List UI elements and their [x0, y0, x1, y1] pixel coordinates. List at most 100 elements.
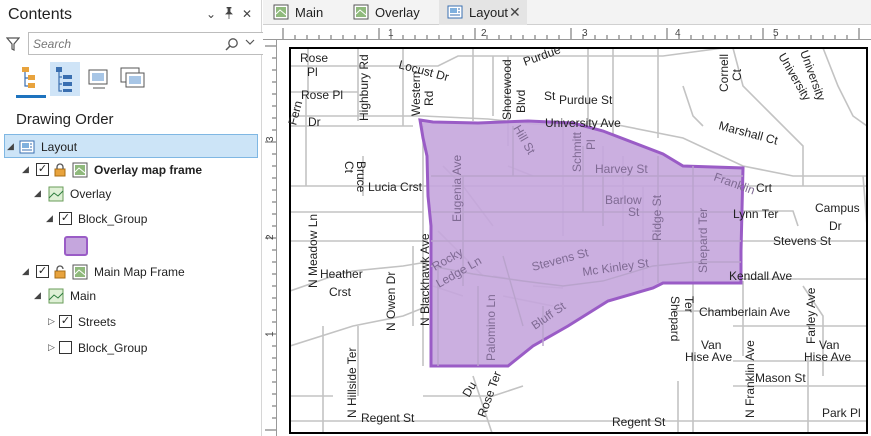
ruler-label: 3: [265, 136, 276, 142]
tab-main[interactable]: Main: [265, 0, 343, 25]
collapse-arrow-icon[interactable]: ◢: [7, 141, 14, 152]
label-heather: Heather: [320, 267, 363, 281]
tree-item-label: Layout: [41, 140, 78, 154]
visibility-checkbox[interactable]: ✓: [59, 315, 72, 328]
map-frame-icon: [72, 264, 88, 280]
label-hise-ave-2: Hise Ave: [804, 350, 851, 364]
label-lynn-ter: Lynn Ter: [733, 207, 778, 221]
tree-item-label: Streets: [78, 315, 117, 329]
label-rd: Rd: [422, 91, 436, 106]
label-campus-dr: Dr: [829, 219, 842, 233]
label-pl: Pl: [584, 139, 598, 150]
visibility-checkbox[interactable]: ✓: [59, 212, 72, 225]
list-by-data-source-button[interactable]: [50, 62, 80, 96]
label-regent-st: Regent St: [361, 411, 415, 425]
tree-item-block-group-main[interactable]: ▷ Block_Group: [0, 336, 261, 360]
tree-item-label: Overlay: [70, 187, 112, 201]
collapse-arrow-icon[interactable]: ◢: [34, 188, 41, 199]
expand-arrow-icon[interactable]: ▷: [48, 316, 55, 327]
label-rose-pl-2: Pl: [307, 65, 318, 79]
visibility-checkbox[interactable]: [59, 341, 72, 354]
expand-arrow-icon[interactable]: ▷: [48, 342, 55, 353]
ruler-label: 1: [388, 28, 394, 39]
tree-item-label: Overlay map frame: [94, 163, 203, 177]
label-rose-pl: Rose: [300, 51, 328, 65]
label-ter: Ter: [682, 296, 696, 313]
tab-layout[interactable]: Layout ✕: [439, 0, 527, 25]
label-harvey-st: Harvey St: [595, 162, 648, 176]
label-eugenia-ave: Eugenia Ave: [450, 155, 464, 222]
label-farley-ave: Farley Ave: [804, 287, 818, 344]
lock-icon[interactable]: [54, 162, 70, 178]
tree-item-label: Main: [70, 289, 97, 303]
tab-label: Overlay: [375, 5, 420, 20]
label-ridge-st: Ridge St: [650, 194, 664, 241]
collapse-arrow-icon[interactable]: ◢: [22, 266, 29, 277]
label-highbury-rd: Highbury Rd: [357, 54, 371, 121]
pane-options-icon[interactable]: ⌄: [204, 7, 218, 21]
symbol-swatch[interactable]: [64, 236, 88, 256]
tab-label: Main: [295, 5, 324, 20]
view-tab-bar: Main Overlay Layout ✕: [263, 0, 871, 25]
layout-view[interactable]: 1 2 3 4 5 3 2 1 Rose Pl Rose Pl Fern Dr …: [263, 26, 871, 436]
search-icon[interactable]: [225, 37, 239, 51]
visibility-checkbox[interactable]: ✓: [36, 163, 49, 176]
search-input[interactable]: [33, 36, 213, 52]
unlock-icon[interactable]: [54, 264, 70, 280]
tree-item-layout[interactable]: ◢ Layout: [4, 134, 258, 158]
visibility-checkbox[interactable]: ✓: [36, 265, 49, 278]
label-schmitt: Schmitt: [570, 131, 584, 172]
label-ct: Ct: [730, 68, 744, 81]
tree-item-label: Main Map Frame: [94, 265, 185, 279]
label-campus: Campus: [815, 201, 860, 215]
label-park-pl: Park Pl: [822, 406, 861, 420]
collapse-arrow-icon[interactable]: ◢: [46, 213, 53, 224]
close-tab-icon[interactable]: ✕: [509, 4, 521, 21]
ruler-label: 2: [265, 234, 276, 240]
tree-item-streets[interactable]: ▷ ✓ Streets: [0, 310, 261, 334]
filter-icon[interactable]: [5, 36, 21, 52]
map-icon: [48, 288, 64, 304]
label-shorewood: Shorewood: [500, 59, 514, 120]
list-by-drawing-order-button[interactable]: [16, 62, 46, 98]
label-university-ave: University Ave: [545, 116, 621, 130]
layout-icon: [447, 4, 463, 20]
label-lucia-crst: Lucia Crst: [368, 180, 423, 194]
pin-icon[interactable]: [222, 6, 236, 22]
label-blvd: Blvd: [514, 90, 528, 113]
tree-item-block-group-overlay[interactable]: ◢ ✓ Block_Group: [0, 207, 261, 231]
tree-item-overlay-map[interactable]: ◢ Overlay: [0, 182, 261, 206]
map-icon: [273, 4, 289, 20]
map-icon: [48, 186, 64, 202]
label-rose-pl-h: Rose Pl: [301, 88, 343, 102]
list-by-selection-button[interactable]: [84, 62, 114, 96]
label-western: Western: [409, 72, 423, 116]
active-underline: [16, 95, 46, 98]
chevron-down-icon[interactable]: [245, 37, 259, 51]
map-frame-icon: [72, 162, 88, 178]
map-icon: [353, 4, 369, 20]
top-ruler: [263, 26, 871, 40]
label-n-owen-dr: N Owen Dr: [384, 272, 398, 331]
search-row: [5, 32, 264, 56]
tree-item-main-map-frame[interactable]: ◢ ✓ Main Map Frame: [0, 260, 261, 284]
layout-canvas[interactable]: 1 2 3 4 5 3 2 1 Rose Pl Rose Pl Fern Dr …: [263, 26, 871, 436]
list-by-snapping-button[interactable]: [118, 62, 148, 96]
tree-item-label: Block_Group: [78, 212, 148, 226]
label-n-blackhawk-ave: N Blackhawk Ave: [418, 233, 432, 326]
collapse-arrow-icon[interactable]: ◢: [34, 290, 41, 301]
main-map-frame[interactable]: Rose Pl Rose Pl Fern Dr Highbury Rd Locus…: [285, 42, 868, 436]
tab-overlay[interactable]: Overlay: [345, 0, 435, 25]
tree-item-main-map[interactable]: ◢ Main: [0, 284, 261, 308]
tab-label: Layout: [469, 5, 509, 20]
label-chamberlain-ave: Chamberlain Ave: [699, 305, 790, 319]
label-st: St: [544, 89, 556, 103]
search-box[interactable]: [28, 32, 264, 55]
collapse-arrow-icon[interactable]: ◢: [22, 164, 29, 175]
label-crt: Crt: [756, 181, 773, 195]
ruler-label: 2: [481, 28, 487, 39]
label-stevens-st-2: Stevens St: [773, 234, 832, 248]
tree-item-overlay-map-frame[interactable]: ◢ ✓ Overlay map frame: [0, 158, 261, 182]
label-n-meadow-ln: N Meadow Ln: [306, 214, 320, 288]
close-pane-icon[interactable]: ✕: [240, 7, 254, 21]
